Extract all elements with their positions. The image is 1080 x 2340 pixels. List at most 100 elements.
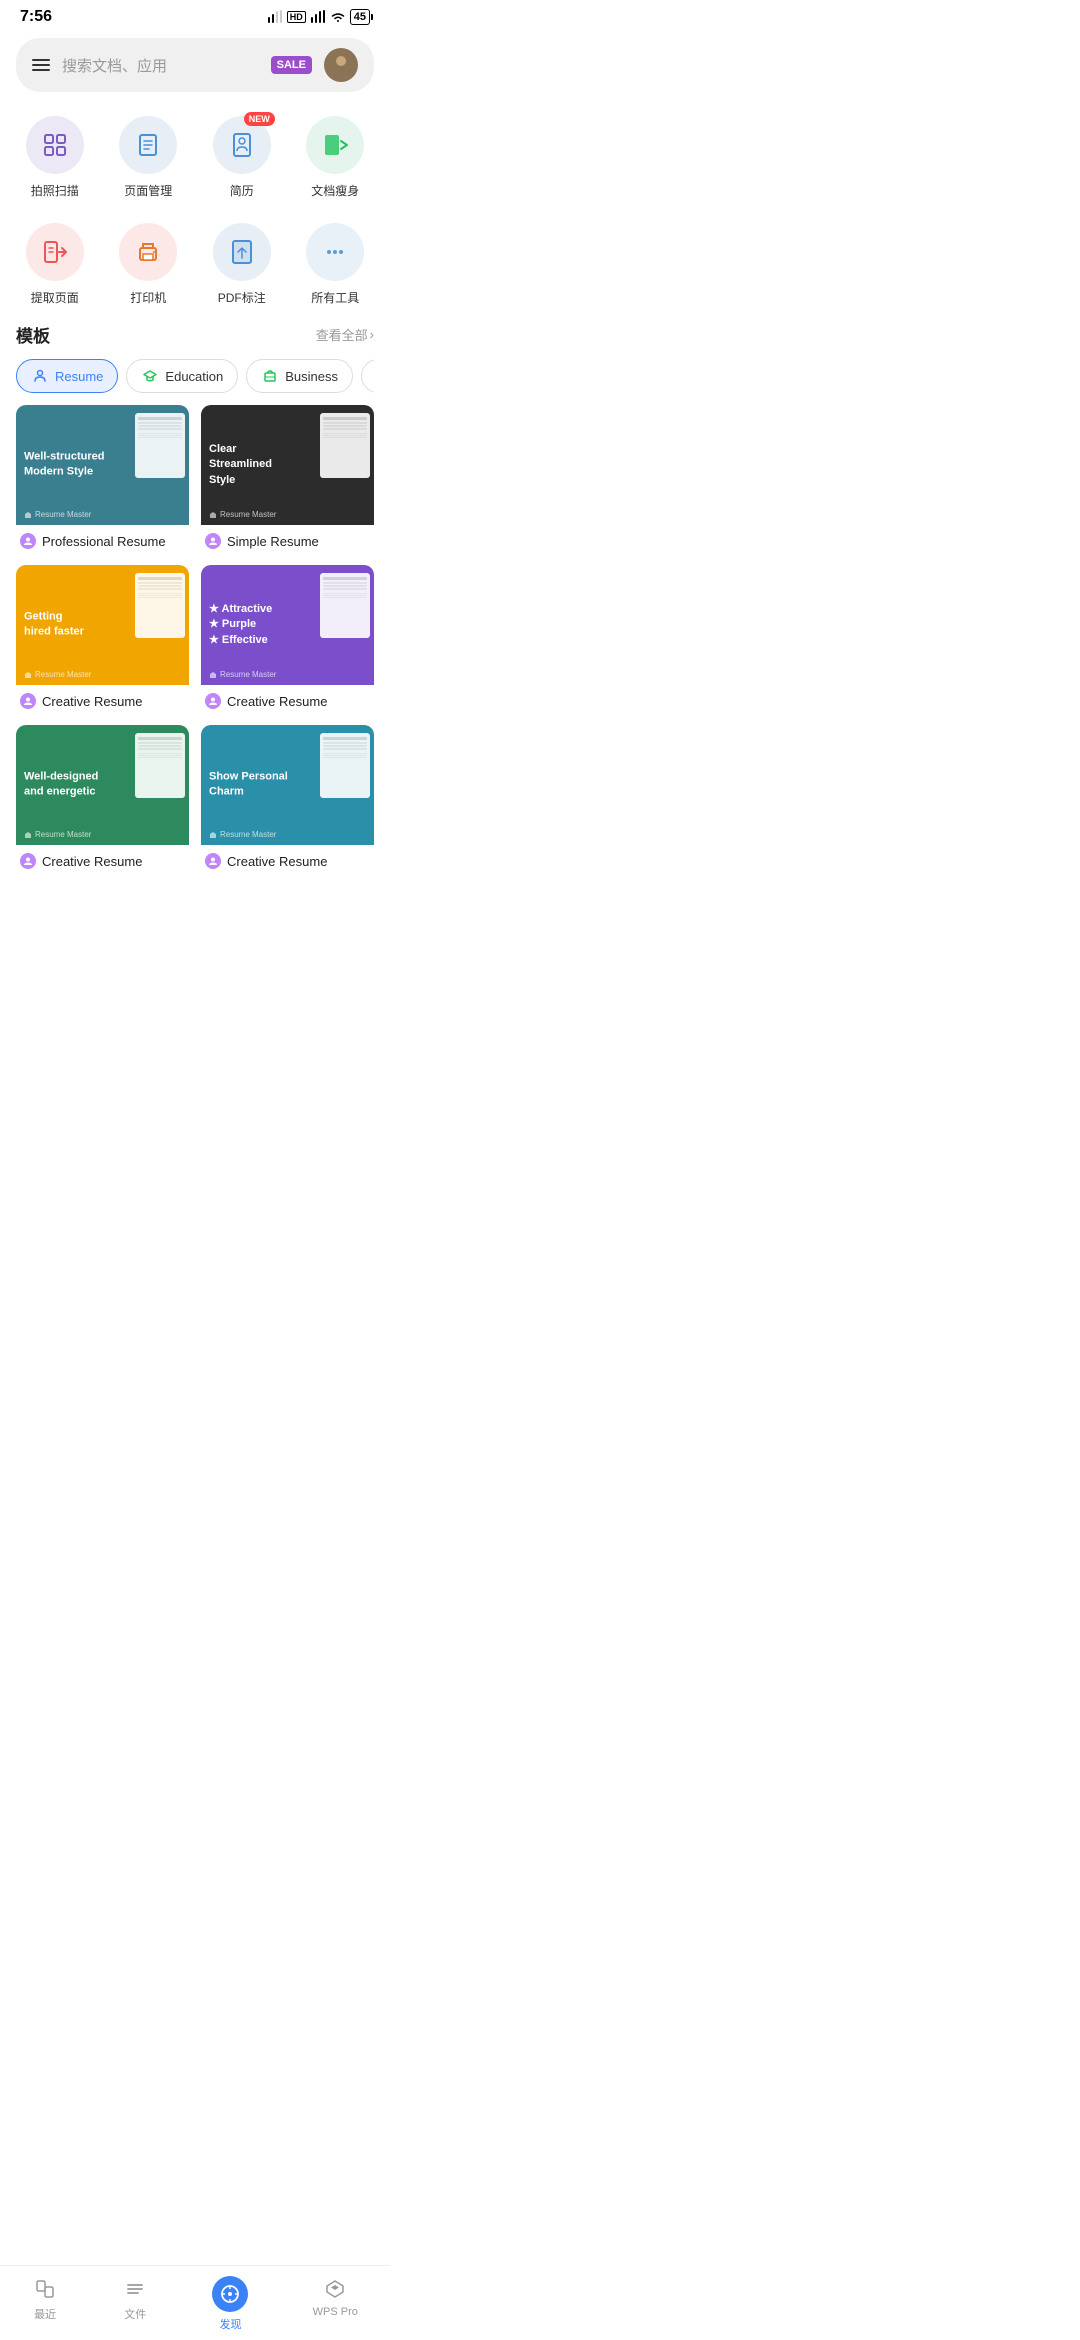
tool-page-mgmt[interactable]: 页面管理 <box>106 116 192 199</box>
tool-label-resume: 简历 <box>230 182 254 199</box>
nav-icon-files <box>122 2276 148 2302</box>
template-name-icon <box>205 853 221 869</box>
thumb-text: ★ Attractive★ Purple★ Effective <box>209 602 272 648</box>
status-icons: HD 45 <box>267 9 370 25</box>
tool-scan[interactable]: 拍照扫描 <box>12 116 98 199</box>
tools-grid-row1: 拍照扫描 页面管理 NEW 简历 文档瘦身 <box>0 108 390 215</box>
template-thumb-card3: Gettinghired faster Resume Master <box>16 565 189 685</box>
tab-icon-education <box>141 367 159 385</box>
tool-label-slim: 文档瘦身 <box>311 182 359 199</box>
nav-icon-wps-pro <box>322 2276 348 2302</box>
thumb-watermark: Resume Master <box>209 510 276 519</box>
templates-section: 模板 查看全部 › ResumeEducationBusinessLetter … <box>0 322 390 873</box>
tool-icon-resume: NEW <box>213 116 271 174</box>
search-input[interactable]: 搜索文档、应用 <box>62 55 259 76</box>
section-title: 模板 <box>16 322 50 347</box>
tool-label-page-mgmt: 页面管理 <box>124 182 172 199</box>
template-name-row-card1: Professional Resume <box>16 525 189 553</box>
tool-pdf[interactable]: PDF标注 <box>199 223 285 306</box>
tab-icon-resume <box>31 367 49 385</box>
template-name-text-card3: Creative Resume <box>42 694 142 709</box>
thumb-text: Gettinghired faster <box>24 610 84 641</box>
tool-label-extract: 提取页面 <box>31 289 79 306</box>
tab-resume[interactable]: Resume <box>16 359 118 393</box>
hd-badge: HD <box>287 11 306 23</box>
thumb-watermark: Resume Master <box>209 670 276 679</box>
see-all-button[interactable]: 查看全部 › <box>316 325 374 344</box>
nav-icon-discover <box>212 2276 248 2312</box>
tool-icon-scan <box>26 116 84 174</box>
template-thumb-card1: Well-structuredModern StyleResume Master <box>16 405 189 525</box>
thumb-paper <box>320 733 370 798</box>
tool-icon-printer <box>119 223 177 281</box>
search-bar[interactable]: 搜索文档、应用 SALE <box>16 38 374 92</box>
template-card-card4[interactable]: ★ Attractive★ Purple★ Effective Resume Ma… <box>201 565 374 713</box>
avatar[interactable] <box>324 48 358 82</box>
template-thumb-card6: Show PersonalCharm Resume Master <box>201 725 374 845</box>
tool-resume[interactable]: NEW 简历 <box>199 116 285 199</box>
tab-label-business: Business <box>285 369 338 384</box>
thumb-watermark: Resume Master <box>209 830 276 839</box>
tab-letter[interactable]: Letter <box>361 359 374 393</box>
category-tabs[interactable]: Resume Education Business Letter <box>16 359 374 405</box>
thumb-text: Well-structuredModern Style <box>24 450 104 481</box>
template-card-card2[interactable]: ClearStreamlinedStyleResume Master Simple… <box>201 405 374 553</box>
tools-grid-row2: 提取页面 打印机 PDF标注所有工具 <box>0 215 390 322</box>
template-name-icon <box>205 693 221 709</box>
template-name-row-card3: Creative Resume <box>16 685 189 713</box>
menu-icon[interactable] <box>32 59 50 71</box>
tab-label-resume: Resume <box>55 369 103 384</box>
tab-education[interactable]: Education <box>126 359 238 393</box>
template-grid: Well-structuredModern StyleResume Master… <box>16 405 374 873</box>
thumb-watermark: Resume Master <box>24 670 91 679</box>
template-card-card1[interactable]: Well-structuredModern StyleResume Master… <box>16 405 189 553</box>
template-name-text-card2: Simple Resume <box>227 534 319 549</box>
template-name-icon <box>20 533 36 549</box>
tool-printer[interactable]: 打印机 <box>106 223 192 306</box>
template-card-card3[interactable]: Gettinghired faster Resume Master Creative… <box>16 565 189 713</box>
tab-business[interactable]: Business <box>246 359 353 393</box>
template-card-card6[interactable]: Show PersonalCharmResume MasterCreative … <box>201 725 374 873</box>
wifi-icon <box>330 10 346 24</box>
template-name-row-card5: Creative Resume <box>16 845 189 873</box>
thumb-text: Well-designedand energetic <box>24 770 98 801</box>
sale-badge[interactable]: SALE <box>271 56 312 74</box>
tool-icon-slim <box>306 116 364 174</box>
nav-item-wps-pro[interactable]: WPS Pro <box>313 2276 358 2332</box>
battery-icon: 45 <box>350 9 370 25</box>
template-thumb-card2: ClearStreamlinedStyleResume Master <box>201 405 374 525</box>
tool-icon-page-mgmt <box>119 116 177 174</box>
thumb-watermark: Resume Master <box>24 830 91 839</box>
nav-item-files[interactable]: 文件 <box>122 2276 148 2332</box>
tool-slim[interactable]: 文档瘦身 <box>293 116 379 199</box>
nav-item-recent[interactable]: 最近 <box>32 2276 58 2332</box>
template-name-row-card2: Simple Resume <box>201 525 374 553</box>
nav-label-recent: 最近 <box>34 2306 56 2322</box>
template-name-text-card5: Creative Resume <box>42 854 142 869</box>
template-name-row-card4: Creative Resume <box>201 685 374 713</box>
template-thumb-card4: ★ Attractive★ Purple★ Effective Resume Ma… <box>201 565 374 685</box>
thumb-paper <box>320 573 370 638</box>
signal-icon <box>310 10 326 24</box>
thumb-text: Show PersonalCharm <box>209 770 288 801</box>
thumb-paper <box>320 413 370 478</box>
tool-label-scan: 拍照扫描 <box>31 182 79 199</box>
nav-label-discover: 发现 <box>219 2316 241 2332</box>
template-name-text-card1: Professional Resume <box>42 534 166 549</box>
template-name-icon <box>20 853 36 869</box>
tool-label-all-tools: 所有工具 <box>311 289 359 306</box>
tab-icon-business <box>261 367 279 385</box>
signal-muted-icon <box>267 10 283 24</box>
tool-all-tools[interactable]: 所有工具 <box>293 223 379 306</box>
tool-extract[interactable]: 提取页面 <box>12 223 98 306</box>
tab-label-education: Education <box>165 369 223 384</box>
tool-icon-pdf <box>213 223 271 281</box>
nav-label-wps-pro: WPS Pro <box>313 2306 358 2318</box>
new-badge: NEW <box>244 112 275 126</box>
nav-label-files: 文件 <box>124 2306 146 2322</box>
template-card-card5[interactable]: Well-designedand energetic Resume Master C… <box>16 725 189 873</box>
thumb-paper <box>135 573 185 638</box>
template-name-text-card4: Creative Resume <box>227 694 327 709</box>
tool-label-printer: 打印机 <box>130 289 166 306</box>
nav-item-discover[interactable]: 发现 <box>212 2276 248 2332</box>
